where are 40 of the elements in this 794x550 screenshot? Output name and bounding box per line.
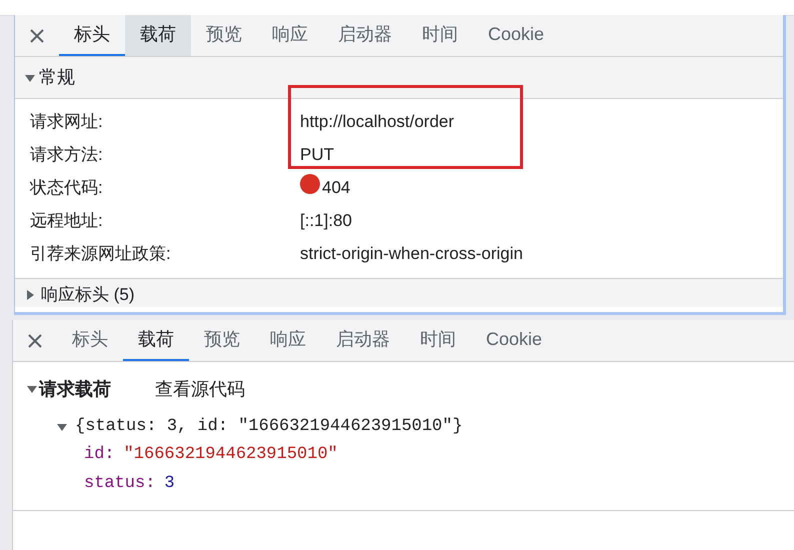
close-icon [27,332,43,348]
header-value: [::1]:80 [300,210,352,232]
tab[interactable]: 时间 [407,15,473,56]
header-value: strict-origin-when-cross-origin [300,242,523,265]
header-value: http://localhost/order [300,110,454,133]
property-key: status: [84,470,156,496]
section-title: 响应标头 (5) [41,284,134,306]
header-name: 状态代码: [28,176,104,199]
section-header[interactable]: 响应标头 (5) [15,279,783,307]
header-name: 请求方法: [29,144,104,166]
header-name: 请求网址: [29,110,104,133]
triangle-icon[interactable] [25,290,35,300]
tab[interactable]: 载荷 [123,320,189,361]
section-title: 常规 [39,66,75,89]
property-key: id: [84,442,115,468]
tab[interactable]: 标头 [57,320,123,361]
tab[interactable]: 时间 [405,320,471,361]
tab[interactable]: Cookie [473,15,560,56]
tab[interactable]: 响应 [255,320,321,361]
triangle-icon[interactable] [25,72,35,82]
triangle-icon[interactable] [27,384,37,394]
section-title: 请求载荷 [39,378,112,400]
close-icon [29,28,45,44]
triangle-icon[interactable] [57,422,67,432]
tab[interactable]: Cookie [471,320,558,361]
section-header[interactable]: 常规 [15,57,783,99]
tab[interactable]: 启动器 [323,15,407,56]
view-source-link[interactable]: 查看源代码 [155,376,245,402]
header-name: 远程地址: [29,210,104,232]
header-value: PUT [300,144,334,166]
header-name: 引荐来源网址政策: [29,242,172,265]
object-summary: {status: 3, id: "1666321944623915010"} [75,416,463,438]
tab[interactable]: 启动器 [321,320,405,361]
tab[interactable]: 预览 [189,320,255,361]
property-value: "1666321944623915010" [124,444,338,466]
tab[interactable]: 载荷 [125,15,191,56]
tab[interactable]: 预览 [191,15,257,56]
tab[interactable]: 响应 [257,15,323,56]
property-value: 3 [164,472,175,495]
header-value: 404 [322,176,350,199]
